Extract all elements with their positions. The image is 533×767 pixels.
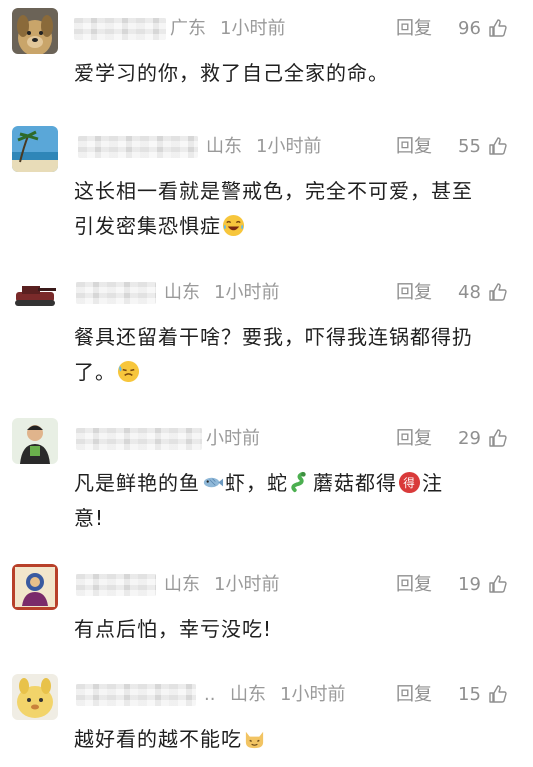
person-avatar-icon bbox=[12, 418, 58, 464]
comment-line-text: 越好看的越不能吃 bbox=[74, 727, 242, 751]
blurred-username bbox=[78, 136, 198, 158]
comment-line-text: 引发密集恐惧症 bbox=[74, 214, 221, 238]
like-count: 55 bbox=[458, 136, 481, 157]
location: 山东 bbox=[206, 136, 242, 157]
snake-emoji-icon bbox=[289, 471, 312, 494]
comment-line: 爱学习的你，救了自己全家的命。 bbox=[74, 61, 389, 85]
comment-meta: 山东 1小时前 回复 19 bbox=[74, 572, 524, 602]
reply-button[interactable]: 回复 bbox=[396, 572, 432, 598]
timestamp: 1小时前 bbox=[280, 684, 346, 705]
beach-avatar-icon bbox=[12, 126, 58, 172]
reply-button[interactable]: 回复 bbox=[396, 280, 432, 306]
thumbs-up-icon[interactable] bbox=[488, 428, 508, 448]
timestamp: 1小时前 bbox=[214, 574, 280, 595]
avatar[interactable] bbox=[12, 418, 58, 464]
thumbs-up-icon[interactable] bbox=[488, 136, 508, 156]
thumbs-up-icon[interactable] bbox=[488, 574, 508, 594]
comment-text: 爱学习的你，救了自己全家的命。 bbox=[74, 56, 514, 91]
location: 山东 bbox=[164, 574, 200, 595]
comment-line: 餐具还留着干啥？要我，吓得我连锅都得扔 bbox=[74, 325, 473, 349]
comment-text: 有点后怕，幸亏没吃! bbox=[74, 612, 514, 647]
svg-text:得: 得 bbox=[403, 476, 415, 490]
like-count: 48 bbox=[458, 282, 481, 303]
fish-emoji-icon bbox=[201, 471, 224, 494]
comment-meta: 广东 1小时前 回复 96 bbox=[74, 16, 524, 46]
timestamp: 1小时前 bbox=[220, 18, 286, 39]
comment-line: 引发密集恐惧症 bbox=[74, 209, 514, 244]
comment-line: 有点后怕，幸亏没吃! bbox=[74, 617, 273, 641]
comment-line: 了。 bbox=[74, 355, 514, 390]
reply-button[interactable]: 回复 bbox=[396, 682, 432, 708]
reply-button[interactable]: 回复 bbox=[396, 16, 432, 42]
location: 山东 bbox=[164, 282, 200, 303]
comment-line: 意! bbox=[74, 506, 105, 530]
blurred-username bbox=[76, 574, 156, 596]
comment-text: 餐具还留着干啥？要我，吓得我连锅都得扔 了。 bbox=[74, 320, 514, 390]
comment-line: 凡是鲜艳的鱼 虾，蛇 蘑菇都得得注 bbox=[74, 466, 514, 501]
sweat-emoji-icon bbox=[117, 360, 140, 383]
avatar[interactable] bbox=[12, 564, 58, 610]
like-count: 96 bbox=[458, 18, 481, 39]
blurred-username bbox=[74, 18, 166, 40]
like-count: 15 bbox=[458, 684, 481, 705]
timestamp: 小时前 bbox=[206, 428, 260, 449]
location: 广东 bbox=[170, 18, 206, 39]
comment-text: 凡是鲜艳的鱼 虾，蛇 蘑菇都得得注 意! bbox=[74, 466, 514, 536]
location: 山东 bbox=[230, 684, 266, 705]
blurred-username bbox=[76, 684, 196, 706]
comment-meta: .. 山东 1小时前 回复 15 bbox=[74, 682, 524, 712]
avatar[interactable] bbox=[12, 674, 58, 720]
comment-line: 越好看的越不能吃 bbox=[74, 722, 514, 757]
username-ellipsis: .. bbox=[204, 684, 216, 705]
comment-text: 越好看的越不能吃 bbox=[74, 722, 514, 757]
avatar[interactable] bbox=[12, 126, 58, 172]
like-count: 29 bbox=[458, 428, 481, 449]
comment-line-text: 凡是鲜艳的鱼 bbox=[74, 471, 200, 495]
laugh-cry-emoji-icon bbox=[222, 214, 245, 237]
timestamp: 1小时前 bbox=[214, 282, 280, 303]
timestamp: 1小时前 bbox=[256, 136, 322, 157]
like-count: 19 bbox=[458, 574, 481, 595]
avatar[interactable] bbox=[12, 8, 58, 54]
de-badge-emoji-icon: 得 bbox=[398, 471, 421, 494]
comment-line-text: 虾，蛇 bbox=[225, 471, 288, 495]
thumbs-up-icon[interactable] bbox=[488, 684, 508, 704]
blurred-username bbox=[76, 282, 156, 304]
deity-avatar-icon bbox=[12, 564, 58, 610]
cat-emoji-icon bbox=[243, 727, 266, 750]
comment-text: 这长相一看就是警戒色，完全不可爱，甚至 引发密集恐惧症 bbox=[74, 174, 514, 244]
comment-meta: 山东 1小时前 回复 55 bbox=[74, 134, 524, 164]
reply-button[interactable]: 回复 bbox=[396, 426, 432, 452]
blurred-username bbox=[76, 428, 202, 450]
thumbs-up-icon[interactable] bbox=[488, 18, 508, 38]
thumbs-up-icon[interactable] bbox=[488, 282, 508, 302]
avatar[interactable] bbox=[12, 272, 58, 318]
tank-avatar-icon bbox=[12, 272, 58, 318]
comment-line-text: 注 bbox=[422, 471, 443, 495]
comment-line-text: 蘑菇都得 bbox=[313, 471, 397, 495]
dog-avatar-icon bbox=[12, 8, 58, 54]
plush-avatar-icon bbox=[12, 674, 58, 720]
comment-line: 这长相一看就是警戒色，完全不可爱，甚至 bbox=[74, 179, 473, 203]
reply-button[interactable]: 回复 bbox=[396, 134, 432, 160]
comment-meta: 小时前 回复 29 bbox=[74, 426, 524, 456]
comment-meta: 山东 1小时前 回复 48 bbox=[74, 280, 524, 310]
comment-line-text: 了。 bbox=[74, 360, 116, 384]
